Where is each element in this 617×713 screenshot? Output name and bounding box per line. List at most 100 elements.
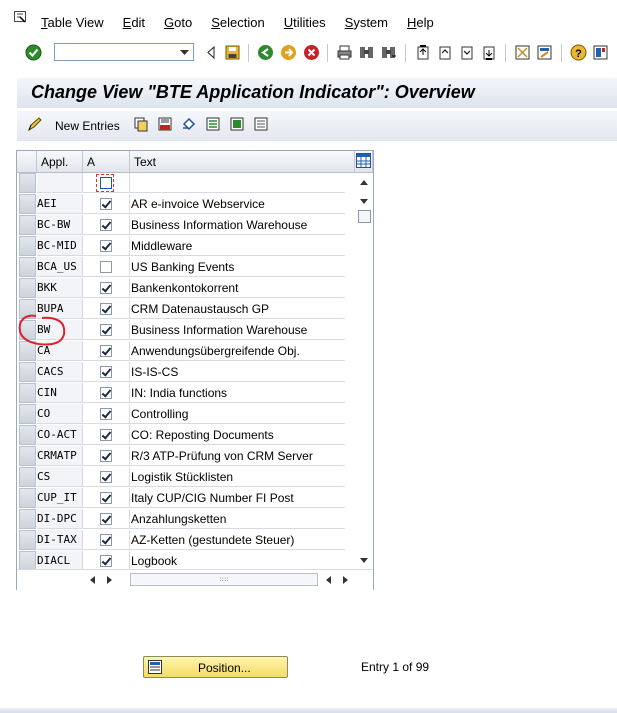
row-selector[interactable] [19,320,36,340]
active-checkbox[interactable] [100,513,112,525]
active-checkbox[interactable] [100,471,112,483]
text-cell[interactable]: IN: India functions [130,383,345,403]
text-cell[interactable]: Business Information Warehouse [130,320,345,340]
appl-cell[interactable]: BC-MID [37,236,83,256]
text-cell[interactable]: Middleware [130,236,345,256]
row-selector[interactable] [19,425,36,445]
delete-icon[interactable] [157,116,173,132]
appl-cell[interactable]: BC-BW [37,215,83,235]
row-selector[interactable] [19,488,36,508]
active-checkbox[interactable] [100,240,112,252]
edit-pencil-icon[interactable] [27,116,43,132]
active-cell[interactable] [83,467,130,487]
active-cell[interactable] [83,488,130,508]
row-selector[interactable] [19,278,36,298]
row-selector[interactable] [19,446,36,466]
menu-item-table-view[interactable]: Table View [41,15,104,30]
active-checkbox[interactable] [100,261,112,273]
shortcut-icon[interactable] [536,44,553,61]
active-cell[interactable] [83,257,130,277]
text-cell[interactable]: US Banking Events [130,257,345,277]
active-cell[interactable] [83,530,130,550]
appl-cell[interactable]: CACS [37,362,83,382]
table-settings-button[interactable] [355,151,373,173]
row-selector[interactable] [19,530,36,550]
active-checkbox[interactable] [100,303,112,315]
active-checkbox[interactable] [100,282,112,294]
chevron-down-icon[interactable] [178,46,191,58]
row-selector[interactable] [19,257,36,277]
filter-active-checkbox[interactable] [100,177,112,189]
active-cell[interactable] [83,362,130,382]
text-cell[interactable]: CO: Reposting Documents [130,425,345,445]
layout-menu-icon[interactable] [592,44,609,61]
back-icon[interactable] [257,44,274,61]
find-icon[interactable] [358,44,375,61]
appl-cell[interactable]: DI-TAX [37,530,83,550]
appl-cell[interactable]: CA [37,341,83,361]
text-cell[interactable]: AR e-invoice Webservice [130,194,345,214]
horizontal-scroll-thumb[interactable]: :::: [130,573,318,586]
appl-cell[interactable]: DI-DPC [37,509,83,529]
text-cell[interactable]: CRM Datenaustausch GP [130,299,345,319]
menu-item-system[interactable]: System [345,15,388,30]
previous-page-icon[interactable] [436,44,453,61]
row-selector[interactable] [19,551,36,571]
active-cell[interactable] [83,509,130,529]
first-page-icon[interactable] [414,44,431,61]
appl-cell[interactable]: CO-ACT [37,425,83,445]
window-menu-icon[interactable] [14,11,27,23]
vertical-scrollbar[interactable] [355,173,373,569]
active-checkbox[interactable] [100,345,112,357]
select-block-icon[interactable] [229,116,245,132]
active-cell[interactable] [83,425,130,445]
create-session-icon[interactable] [514,44,531,61]
row-selector[interactable] [19,467,36,487]
position-button[interactable]: Position... [143,656,288,678]
text-cell[interactable]: Bankenkontokorrent [130,278,345,298]
active-checkbox[interactable] [100,450,112,462]
appl-cell[interactable]: CIN [37,383,83,403]
active-checkbox[interactable] [100,387,112,399]
row-selector[interactable] [19,383,36,403]
active-cell[interactable] [83,278,130,298]
appl-cell[interactable]: AEI [37,194,83,214]
text-cell[interactable]: Business Information Warehouse [130,215,345,235]
menu-item-selection[interactable]: Selection [211,15,264,30]
active-checkbox[interactable] [100,219,112,231]
select-all-rows-header[interactable] [17,151,37,173]
menu-item-help[interactable]: Help [407,15,434,30]
scroll-right-icon[interactable] [106,575,114,585]
scroll-left-icon[interactable] [324,575,332,585]
scroll-left-icon[interactable] [88,575,96,585]
scroll-down-icon[interactable] [359,557,369,565]
active-checkbox[interactable] [100,429,112,441]
text-cell[interactable]: Anwendungsübergreifende Obj. [130,341,345,361]
text-cell[interactable]: AZ-Ketten (gestundete Steuer) [130,530,345,550]
last-page-icon[interactable] [480,44,497,61]
menu-item-goto[interactable]: Goto [164,15,192,30]
active-cell[interactable] [83,341,130,361]
row-selector[interactable] [19,173,36,193]
enter-check-icon[interactable] [25,44,42,61]
active-cell[interactable] [83,194,130,214]
select-all-icon[interactable] [205,116,221,132]
column-header-appl[interactable]: Appl. [37,151,83,173]
appl-cell[interactable]: CRMATP [37,446,83,466]
appl-cell[interactable]: CS [37,467,83,487]
appl-cell[interactable]: BKK [37,278,83,298]
column-header-active[interactable]: A [83,151,130,173]
row-selector[interactable] [19,215,36,235]
command-field[interactable] [54,43,194,61]
active-cell[interactable] [83,299,130,319]
appl-cell[interactable]: DIACL [37,551,83,571]
active-checkbox[interactable] [100,534,112,546]
cancel-icon[interactable] [303,44,320,61]
active-cell[interactable] [83,446,130,466]
undo-change-icon[interactable] [181,116,197,132]
active-checkbox[interactable] [100,492,112,504]
appl-cell[interactable]: CUP_IT [37,488,83,508]
scroll-up-icon[interactable] [359,178,369,186]
active-checkbox[interactable] [100,324,112,336]
deselect-all-icon[interactable] [253,116,269,132]
